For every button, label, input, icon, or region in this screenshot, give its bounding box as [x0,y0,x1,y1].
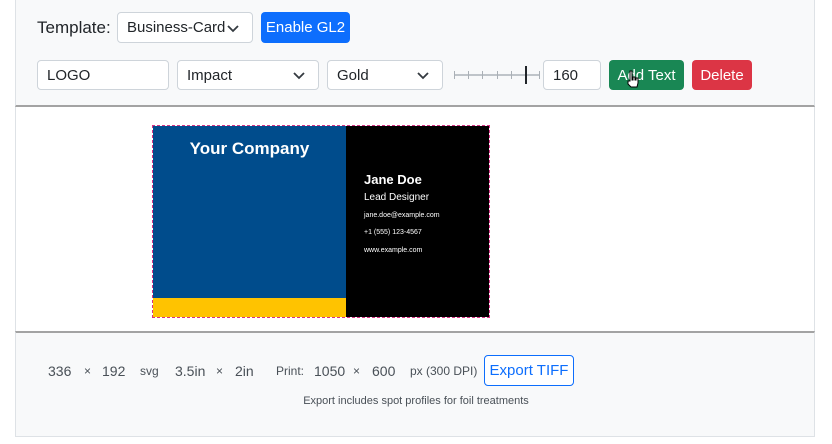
card-contact-block: Jane Doe Lead Designer jane.doe@example.… [346,126,489,317]
chevron-down-icon [227,24,239,32]
print-label: Print: [276,364,305,378]
card-website[interactable]: www.example.com [364,247,422,254]
business-card[interactable]: Your Company Jane Doe Lead Designer jane… [152,125,490,318]
slider-tick [539,71,540,79]
template-label: Template: [37,18,111,37]
template-select-value: Business-Card [127,19,226,36]
export-tiff-button[interactable]: Export TIFF [484,355,574,386]
cursor-icon [627,70,639,88]
slider-tick [468,71,469,79]
size-slider[interactable] [454,61,540,89]
card-name[interactable]: Jane Doe [364,172,422,187]
times-sign: × [216,364,224,378]
template-select[interactable]: Business-Card [117,12,253,43]
canvas-area: Your Company Jane Doe Lead Designer jane… [15,107,815,331]
times-sign: × [353,364,361,378]
slider-thumb[interactable] [525,66,527,84]
chevron-down-icon [417,72,429,80]
card-email[interactable]: jane.doe@example.com [364,212,440,219]
toolbar-panel: Template: Business-Card Enable GL2 LOGO … [15,0,815,107]
enable-gl2-button[interactable]: Enable GL2 [261,12,350,43]
print-width: 1050 [314,363,346,379]
card-stripe [153,298,346,317]
font-select-value: Impact [187,66,233,84]
width-px: 336 [48,363,72,379]
format-label: svg [140,364,159,378]
color-select-value: Gold [337,66,369,84]
slider-tick [454,71,455,79]
export-note: Export includes spot profiles for foil t… [303,395,529,407]
times-sign: × [84,364,92,378]
chevron-down-icon [293,72,305,80]
height-px: 192 [102,363,126,379]
slider-tick [482,71,483,79]
print-height: 600 [372,363,396,379]
height-in: 2in [235,363,254,379]
delete-button[interactable]: Delete [692,60,752,90]
export-panel: 336 × 192 svg 3.5in × 2in Print: 1050 × … [15,331,815,437]
slider-tick [511,71,512,79]
add-text-button[interactable]: Add Text [609,60,684,90]
size-input[interactable]: 160 [543,60,601,90]
color-select[interactable]: Gold [327,60,443,90]
slider-tick [497,71,498,79]
print-unit: px (300 DPI) [410,364,478,378]
card-title[interactable]: Lead Designer [364,192,429,203]
card-phone[interactable]: +1 (555) 123-4567 [364,229,422,236]
text-input[interactable]: LOGO [37,60,169,90]
font-select[interactable]: Impact [177,60,319,90]
card-company[interactable]: Your Company [153,139,346,159]
width-in: 3.5in [175,363,206,379]
